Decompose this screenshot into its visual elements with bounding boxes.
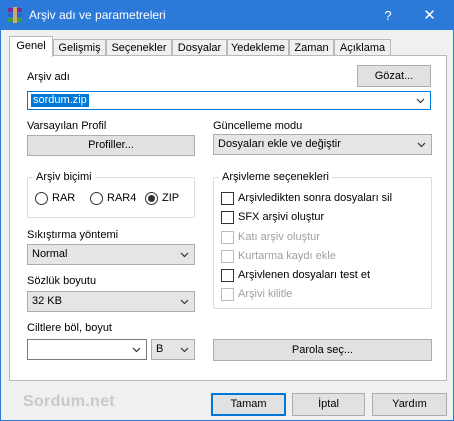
tab-gelismis[interactable]: Gelişmiş — [53, 39, 106, 56]
compression-method-label: Sıkıştırma yöntemi — [27, 229, 119, 241]
chevron-down-icon — [417, 142, 426, 148]
radio-zip[interactable] — [145, 192, 158, 205]
radio-rar4[interactable] — [90, 192, 103, 205]
archive-name-label: Arşiv adı — [27, 71, 70, 83]
tab-zaman[interactable]: Zaman — [289, 39, 334, 56]
checkbox-create-sfx-label[interactable]: SFX arşivi oluştur — [238, 211, 324, 223]
chevron-down-icon — [180, 299, 189, 305]
checkbox-solid-archive-label: Katı arşiv oluştur — [238, 231, 320, 243]
archive-name-value: sordum.zip — [31, 94, 89, 107]
checkbox-lock-archive-label: Arşivi kilitle — [238, 288, 293, 300]
radio-zip-label[interactable]: ZIP — [162, 192, 179, 204]
radio-rar4-label[interactable]: RAR4 — [107, 192, 136, 204]
close-button[interactable]: ✕ — [406, 1, 453, 30]
tab-dosyalar[interactable]: Dosyalar — [172, 39, 227, 56]
dictionary-size-label: Sözlük boyutu — [27, 275, 97, 287]
chevron-down-icon — [180, 347, 189, 353]
winrar-icon — [8, 7, 22, 23]
archive-name-input[interactable]: sordum.zip — [27, 91, 431, 110]
dictionary-size-value: 32 KB — [32, 295, 62, 307]
checkbox-test-files-label[interactable]: Arşivlenen dosyaları test et — [238, 269, 370, 281]
tab-genel[interactable]: Genel — [9, 36, 53, 57]
checkbox-test-files[interactable] — [221, 269, 234, 282]
watermark-text: Sordum.net — [23, 393, 115, 410]
compression-method-value: Normal — [32, 248, 68, 260]
tab-aciklama[interactable]: Açıklama — [334, 39, 391, 56]
profiles-button[interactable]: Profiller... — [27, 135, 195, 156]
tab-strip: Genel Gelişmiş Seçenekler Dosyalar Yedek… — [9, 36, 447, 57]
split-unit-select[interactable]: B — [151, 339, 195, 360]
update-mode-label: Güncelleme modu — [213, 120, 303, 132]
ok-button[interactable]: Tamam — [211, 393, 286, 416]
help-button[interactable]: Yardım — [372, 393, 447, 416]
radio-rar-label[interactable]: RAR — [52, 192, 75, 204]
chevron-down-icon[interactable] — [416, 96, 425, 105]
archive-format-title: Arşiv biçimi — [33, 171, 95, 183]
help-title-button[interactable]: ? — [373, 1, 403, 30]
radio-rar[interactable] — [35, 192, 48, 205]
update-mode-value: Dosyaları ekle ve değiştir — [218, 138, 341, 150]
default-profile-label: Varsayılan Profil — [27, 120, 107, 132]
general-tab-panel: Arşiv adı Gözat... sordum.zip Varsayılan… — [9, 55, 447, 381]
chevron-down-icon — [180, 252, 189, 258]
checkbox-create-sfx[interactable] — [221, 211, 234, 224]
set-password-button[interactable]: Parola seç... — [213, 339, 432, 361]
checkbox-recovery-record-label: Kurtarma kaydı ekle — [238, 250, 336, 262]
checkbox-solid-archive — [221, 231, 234, 244]
tab-yedekleme[interactable]: Yedekleme — [227, 39, 289, 56]
update-mode-select[interactable]: Dosyaları ekle ve değiştir — [213, 134, 432, 155]
window-title: Arşiv adı ve parametreleri — [29, 8, 166, 22]
archiving-options-title: Arşivleme seçenekleri — [219, 171, 332, 183]
chevron-down-icon[interactable] — [132, 345, 141, 354]
checkbox-delete-after[interactable] — [221, 192, 234, 205]
checkbox-lock-archive — [221, 288, 234, 301]
split-volumes-label: Ciltlere böl, boyut — [27, 322, 112, 334]
checkbox-recovery-record — [221, 250, 234, 263]
compression-method-select[interactable]: Normal — [27, 244, 195, 265]
split-size-input[interactable] — [27, 339, 147, 360]
dialog-window: Arşiv adı ve parametreleri ? ✕ Genel Gel… — [0, 0, 454, 421]
checkbox-delete-after-label[interactable]: Arşivledikten sonra dosyaları sil — [238, 192, 392, 204]
dictionary-size-select[interactable]: 32 KB — [27, 291, 195, 312]
tab-secenekler[interactable]: Seçenekler — [106, 39, 172, 56]
title-bar[interactable]: Arşiv adı ve parametreleri ? ✕ — [1, 1, 453, 30]
browse-button[interactable]: Gözat... — [357, 65, 431, 87]
split-unit-value: B — [156, 343, 164, 355]
cancel-button[interactable]: İptal — [292, 393, 365, 416]
